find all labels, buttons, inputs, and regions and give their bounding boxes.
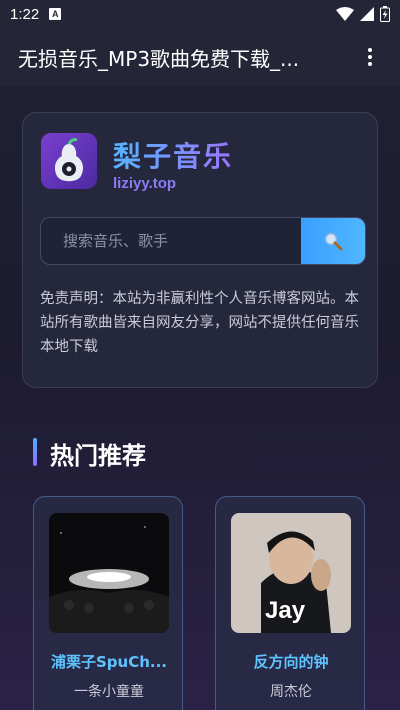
logo [41, 133, 97, 189]
search-input[interactable] [41, 218, 301, 264]
status-bar: 1:22 A [0, 0, 400, 28]
album-cover [49, 513, 169, 633]
album-cover: Jay [231, 513, 351, 633]
section-title: 热门推荐 [50, 442, 146, 470]
song-title: 浦栗子SpuCh... [50, 653, 167, 671]
artist-name: 周杰伦 [270, 684, 312, 700]
wifi-icon [336, 7, 354, 21]
concert-cover-image [49, 513, 169, 633]
status-icons [336, 6, 390, 22]
more-menu-icon[interactable] [358, 45, 382, 69]
recommendation-card[interactable]: Jay 反方向的钟 周杰伦 [215, 496, 365, 710]
search-bar [40, 217, 366, 265]
search-button[interactable] [301, 218, 365, 264]
pear-logo-icon [54, 138, 84, 182]
search-icon [324, 232, 343, 251]
notification-icon: A [49, 8, 62, 20]
artist-name: 一条小童童 [74, 684, 144, 700]
brand-card: 梨子音乐 liziyy.top 免责声明：本站为非赢利性个人音乐博客网站。本站所… [22, 112, 378, 388]
brand-domain[interactable]: liziyy.top [113, 175, 176, 192]
page-title: 无损音乐_MP3歌曲免费下载_... [18, 46, 300, 71]
app-bar: 无损音乐_MP3歌曲免费下载_... [0, 28, 400, 86]
recommendation-card[interactable]: 浦栗子SpuCh... 一条小童童 [33, 496, 183, 710]
status-time: 1:22 [10, 5, 40, 23]
disclaimer-text: 免责声明：本站为非赢利性个人音乐博客网站。本站所有歌曲皆来自网友分享，网站不提供… [40, 291, 359, 355]
brand-name: 梨子音乐 [113, 135, 233, 175]
battery-icon [380, 6, 390, 22]
section-accent-bar [33, 438, 37, 466]
cover-text: Jay [265, 597, 306, 624]
song-title: 反方向的钟 [253, 653, 329, 671]
signal-icon [360, 7, 374, 21]
page-content: 梨子音乐 liziyy.top 免责声明：本站为非赢利性个人音乐博客网站。本站所… [0, 86, 400, 710]
